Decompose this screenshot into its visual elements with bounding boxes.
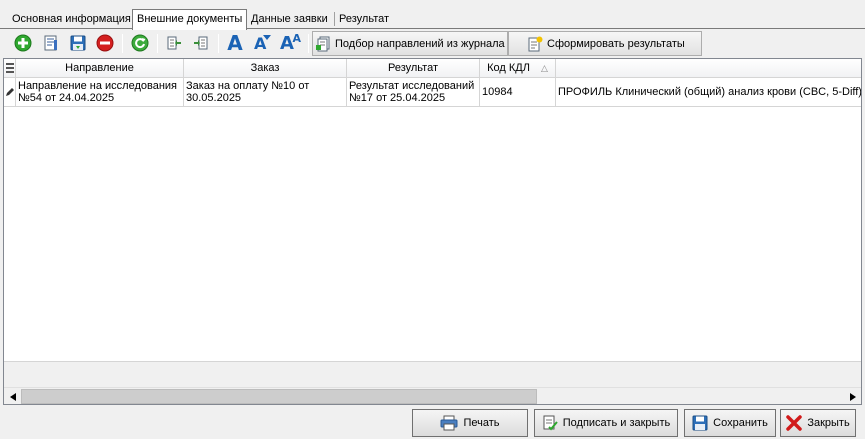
tab-request-data[interactable]: Данные заявки [247,10,332,29]
save-icon [70,35,86,51]
table-row[interactable]: Направление на исследования №54 от 24.04… [4,78,861,107]
form-results-label: Сформировать результаты [547,37,685,50]
toolbar-separator [122,34,123,53]
move-right-button[interactable] [190,32,212,54]
column-chooser-icon [5,63,14,73]
select-referrals-button[interactable]: Подбор направлений из журнала [312,31,508,56]
save-button[interactable] [67,32,89,54]
column-header-result[interactable]: Результат [347,59,480,78]
add-button[interactable] [12,32,34,54]
print-button[interactable]: Печать [412,409,528,437]
edit-document-icon [44,35,57,51]
font-larger-icon: A A [280,32,301,54]
toolbar-separator [218,34,219,53]
move-left-button[interactable] [163,32,185,54]
tab-bar: Основная информация Внешние документы Да… [0,0,865,30]
close-label: Закрыть [807,417,850,429]
print-label: Печать [463,417,500,429]
sign-document-icon [542,415,558,431]
grid-footer-area [4,361,861,387]
column-header-kdl-code[interactable]: Код КДЛ △ [480,59,556,78]
font-default-icon: A [227,31,243,55]
select-referrals-label: Подбор направлений из журнала [335,37,505,50]
font-default-button[interactable]: A [224,32,246,54]
sign-and-close-label: Подписать и закрыть [562,417,671,429]
column-header-order[interactable]: Заказ [184,59,347,78]
cell-referral[interactable]: Направление на исследования №54 от 24.04… [16,78,184,107]
cell-kdl-code[interactable]: 10984 [480,78,556,107]
grid-indicator-header[interactable] [4,59,16,78]
toolbar-separator [308,34,309,53]
refresh-button[interactable] [129,32,151,54]
font-smaller-button[interactable]: A [251,32,273,54]
close-icon [786,415,803,431]
horizontal-scrollbar[interactable] [4,387,861,404]
sign-and-close-button[interactable]: Подписать и закрыть [534,409,678,437]
toolbar: A A A A Подбор направлений из журнала Сф… [0,30,865,57]
column-header-service[interactable] [556,59,861,78]
refresh-icon [131,34,149,52]
row-indicator [4,78,16,107]
move-right-icon [194,36,208,50]
sort-ascending-icon: △ [540,63,548,73]
save-label: Сохранить [713,417,768,429]
edit-document-button[interactable] [40,32,62,54]
save-bottom-button[interactable]: Сохранить [684,409,776,437]
journal-select-icon [316,36,330,51]
move-left-icon [167,36,181,50]
toolbar-separator [157,34,158,53]
column-header-referral[interactable]: Направление [16,59,184,78]
form-results-button[interactable]: Сформировать результаты [508,31,702,56]
save-icon [692,415,708,431]
printer-icon [440,415,458,431]
form-results-icon [528,36,543,51]
tab-main-info[interactable]: Основная информация [8,10,135,29]
add-icon [14,34,32,52]
grid-header: Направление Заказ Результат Код КДЛ △ [4,59,861,78]
arrow-right-icon [849,392,856,401]
close-button[interactable]: Закрыть [780,409,856,437]
cell-order[interactable]: Заказ на оплату №10 от 30.05.2025 [184,78,347,107]
delete-icon [96,34,114,52]
pencil-icon [6,88,14,96]
scroll-left-button[interactable] [5,389,20,404]
font-larger-button[interactable]: A A [279,32,301,54]
font-smaller-icon: A [252,33,272,53]
arrow-left-icon [9,392,16,401]
cell-result[interactable]: Результат исследований №17 от 25.04.2025 [347,78,480,107]
scrollbar-thumb[interactable] [21,389,537,404]
tab-result[interactable]: Результат [335,10,393,29]
scroll-right-button[interactable] [845,389,860,404]
documents-grid: Направление Заказ Результат Код КДЛ △ На… [3,58,862,405]
tab-external-documents[interactable]: Внешние документы [132,9,248,30]
column-header-kdl-code-label: Код КДЛ [487,62,530,74]
cell-service[interactable]: ПРОФИЛЬ Клинический (общий) анализ крови… [556,78,861,107]
delete-button[interactable] [94,32,116,54]
